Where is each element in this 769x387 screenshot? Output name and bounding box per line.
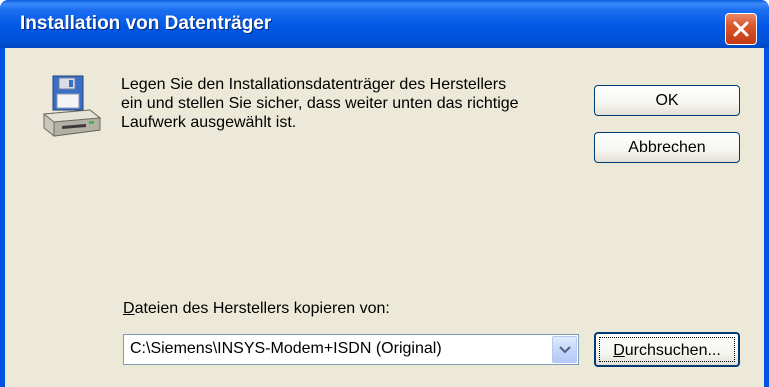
copy-from-label-rest: ateien des Herstellers kopieren von: bbox=[134, 300, 390, 317]
close-button[interactable] bbox=[725, 13, 757, 45]
copy-from-path[interactable]: C:\Siemens\INSYS-Modem+ISDN (Original) bbox=[130, 340, 442, 358]
instruction-text: Legen Sie den Installationsdatenträger d… bbox=[121, 76, 519, 131]
copy-from-combobox[interactable]: C:\Siemens\INSYS-Modem+ISDN (Original) bbox=[123, 334, 579, 365]
floppy-disk-drive-icon bbox=[42, 75, 102, 137]
copy-from-label: Dateien des Herstellers kopieren von: bbox=[123, 300, 390, 318]
browse-focus-rect: Durchsuchen... bbox=[599, 337, 735, 362]
window-title: Installation von Datenträger bbox=[20, 13, 272, 34]
chevron-down-icon bbox=[559, 346, 571, 354]
browse-label-mnemonic: D bbox=[613, 342, 625, 359]
close-icon bbox=[733, 21, 749, 37]
ok-button[interactable]: OK bbox=[594, 85, 740, 116]
dialog-body: Legen Sie den Installationsdatenträger d… bbox=[5, 48, 764, 387]
browse-button[interactable]: Durchsuchen... bbox=[594, 332, 740, 367]
title-bar[interactable]: Installation von Datenträger bbox=[0, 0, 769, 48]
browse-label-rest: urchsuchen... bbox=[624, 342, 721, 359]
dropdown-button[interactable] bbox=[552, 336, 577, 363]
copy-from-label-mnemonic: D bbox=[123, 300, 135, 317]
cancel-button[interactable]: Abbrechen bbox=[594, 132, 740, 163]
dialog-window: Installation von Datenträger Legen Sie d… bbox=[0, 0, 769, 387]
